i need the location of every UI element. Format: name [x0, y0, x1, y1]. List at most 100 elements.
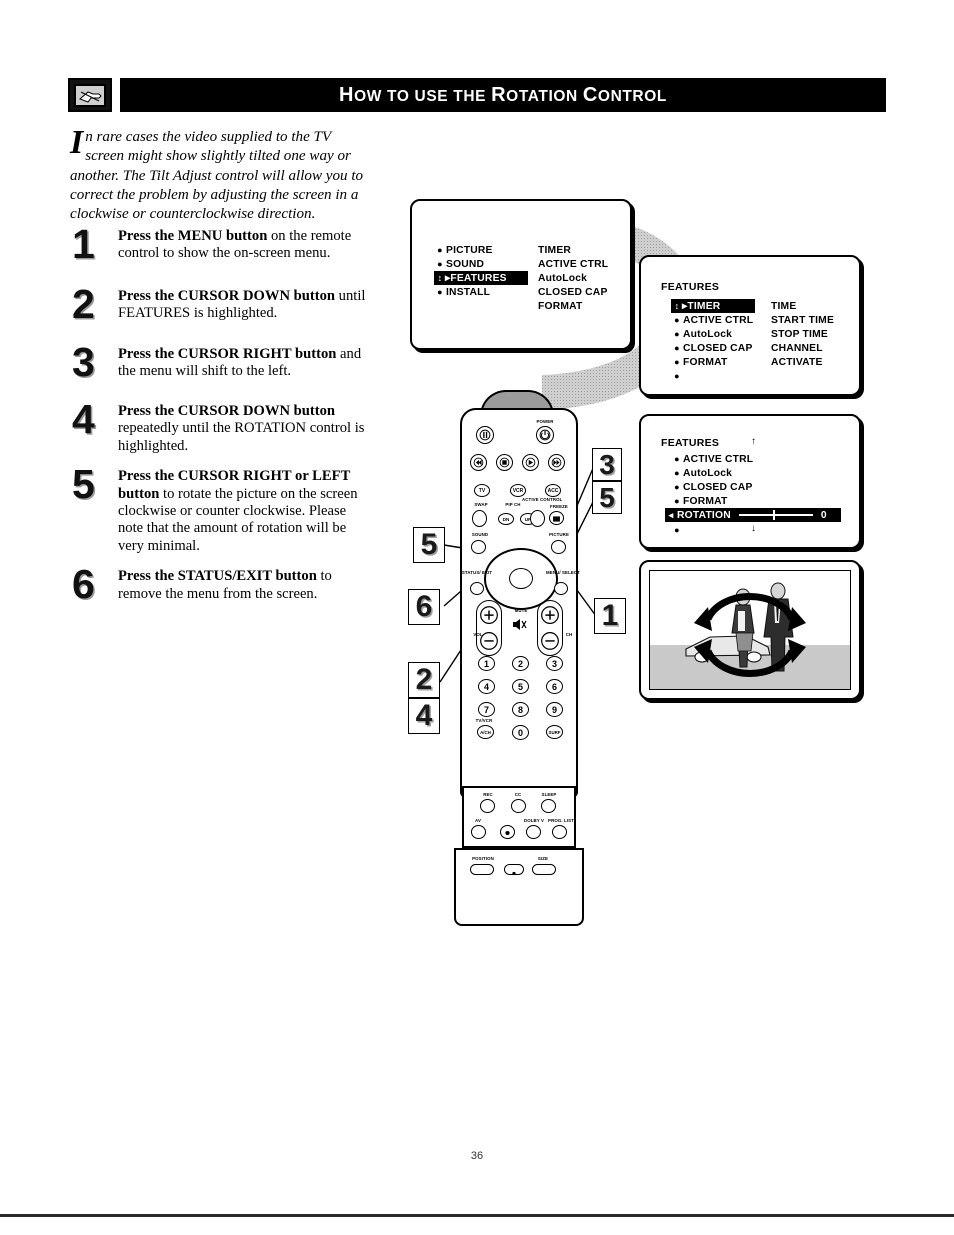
menu-item-format[interactable]: ● FORMAT: [671, 355, 755, 369]
scroll-up-icon[interactable]: ↑: [751, 437, 756, 447]
swap-button[interactable]: [472, 510, 487, 527]
active-control-label: ACTIVE CONTROL: [522, 497, 563, 502]
position-button[interactable]: [470, 864, 494, 875]
menu-item-label: SOUND: [446, 258, 485, 270]
menu-item-install[interactable]: ● INSTALL: [434, 285, 528, 299]
size-center-button[interactable]: [504, 864, 524, 876]
key-5[interactable]: 5: [512, 679, 529, 694]
submenu-item[interactable]: ACTIVATE: [771, 355, 834, 369]
acc-button[interactable]: ACC: [545, 484, 561, 497]
mute-button[interactable]: [510, 616, 528, 633]
tv-hand-icon: [68, 78, 112, 112]
submenu-item[interactable]: STOP TIME: [771, 327, 834, 341]
tv-button[interactable]: TV: [474, 484, 490, 497]
step-bold: Press the CURSOR DOWN button: [118, 403, 336, 419]
menu-item-features[interactable]: ↕ ▸ FEATURES: [434, 271, 528, 285]
cc-button[interactable]: [511, 799, 526, 813]
submenu-item[interactable]: AutoLock: [538, 271, 608, 285]
menu-item-active-ctrl[interactable]: ● ACTIVE CTRL: [671, 452, 753, 466]
submenu-item[interactable]: TIME: [771, 299, 834, 313]
key-3[interactable]: 3: [546, 656, 563, 671]
slider-knob[interactable]: [772, 510, 775, 520]
osd-features-left-column: ↕ ▸ TIMER ● ACTIVE CTRL ● AutoLock ● CLOSED C…: [671, 299, 755, 383]
submenu-item[interactable]: ACTIVE CTRL: [538, 257, 608, 271]
menu-item-rotation[interactable]: ◂ ROTATION 0: [665, 508, 841, 522]
menu-item-extra: ●: [671, 369, 755, 383]
osd-features-right-column: TIME START TIME STOP TIME CHANNEL ACTIVA…: [771, 299, 834, 369]
key-8[interactable]: 8: [512, 702, 529, 717]
size-label: SIZE: [537, 856, 549, 861]
menu-item-closed-cap[interactable]: ● CLOSED CAP: [671, 480, 753, 494]
step-text: Press the CURSOR DOWN button until FEATU…: [118, 288, 370, 323]
sound-button[interactable]: [471, 540, 486, 554]
volume-pad[interactable]: [476, 600, 502, 656]
submenu-item[interactable]: CLOSED CAP: [538, 285, 608, 299]
step-number: 1: [72, 221, 95, 267]
freeze-button[interactable]: [549, 511, 564, 525]
vcr-button[interactable]: VCR: [510, 484, 526, 497]
stop-button[interactable]: [496, 454, 513, 471]
key-4[interactable]: 4: [478, 679, 495, 694]
step-item: 3 Press the CURSOR RIGHT button and the …: [70, 342, 370, 392]
rec-button[interactable]: [480, 799, 495, 813]
submenu-item[interactable]: START TIME: [771, 313, 834, 327]
step-text: Press the MENU button on the remote cont…: [118, 228, 370, 263]
rewind-button[interactable]: [470, 454, 487, 471]
dolby-v-button[interactable]: [526, 825, 541, 839]
pip-down-button[interactable]: DN: [498, 513, 514, 525]
menu-item-timer[interactable]: ↕ ▸ TIMER: [671, 299, 755, 313]
bullet-icon: ●: [674, 496, 680, 506]
menu-item-autolock[interactable]: ● AutoLock: [671, 327, 755, 341]
rec-label: REC: [483, 792, 493, 797]
step-number: 3: [72, 339, 95, 385]
menu-item-picture[interactable]: ● PICTURE: [434, 243, 528, 257]
key-7[interactable]: 7: [478, 702, 495, 717]
sleep-button[interactable]: [541, 799, 556, 813]
callout-4: 4: [408, 698, 440, 734]
key-9[interactable]: 9: [546, 702, 563, 717]
key-6[interactable]: 6: [546, 679, 563, 694]
menu-item-sound[interactable]: ● SOUND: [434, 257, 528, 271]
size-button[interactable]: [532, 864, 556, 875]
rotation-slider[interactable]: [738, 510, 813, 520]
active-control-button[interactable]: [530, 510, 545, 527]
step-item: 6 Press the STATUS/EXIT button to remove…: [70, 564, 370, 614]
rotation-value: 0: [820, 509, 827, 521]
key-1[interactable]: 1: [478, 656, 495, 671]
osd-rotation-title: FEATURES: [661, 437, 720, 449]
page-header: HOW TO USE THE ROTATION CONTROL: [68, 78, 886, 112]
menu-item-closed-cap[interactable]: ● CLOSED CAP: [671, 341, 755, 355]
header-bar: HOW TO USE THE ROTATION CONTROL: [120, 78, 886, 112]
key-2[interactable]: 2: [512, 656, 529, 671]
menu-item-label: FORMAT: [683, 356, 728, 368]
scroll-down-icon[interactable]: ↓: [751, 524, 756, 534]
menu-select-button[interactable]: [554, 582, 568, 595]
a-ch-button[interactable]: A/CH: [477, 725, 494, 739]
submenu-item[interactable]: CHANNEL: [771, 341, 834, 355]
play-button[interactable]: [522, 454, 539, 471]
surf-button[interactable]: SURF: [546, 725, 563, 739]
menu-item-format[interactable]: ● FORMAT: [671, 494, 753, 508]
av-label: AV: [475, 818, 481, 823]
key-0[interactable]: 0: [512, 725, 529, 740]
status-exit-button[interactable]: [470, 582, 484, 595]
center-dot-button[interactable]: [500, 825, 515, 839]
cursor-wheel-center[interactable]: [509, 568, 533, 589]
fast-forward-button[interactable]: [548, 454, 565, 471]
submenu-item[interactable]: FORMAT: [538, 299, 608, 313]
prog-list-button[interactable]: [552, 825, 567, 839]
steps-list: 1 Press the MENU button on the remote co…: [70, 224, 370, 625]
bottom-rule: [0, 1214, 954, 1217]
menu-item-label: INSTALL: [446, 286, 491, 298]
rotation-label: ROTATION: [677, 509, 731, 521]
menu-item-active-ctrl[interactable]: ● ACTIVE CTRL: [671, 313, 755, 327]
menu-item-autolock[interactable]: ● AutoLock: [671, 466, 753, 480]
channel-pad[interactable]: [537, 600, 563, 656]
submenu-item[interactable]: TIMER: [538, 243, 608, 257]
picture-button[interactable]: [551, 540, 566, 554]
pause-button[interactable]: [476, 426, 494, 444]
menu-item-label: ACTIVE CTRL: [683, 314, 754, 326]
step-number: 6: [72, 561, 95, 608]
power-button[interactable]: [536, 426, 554, 444]
av-button[interactable]: [471, 825, 486, 839]
